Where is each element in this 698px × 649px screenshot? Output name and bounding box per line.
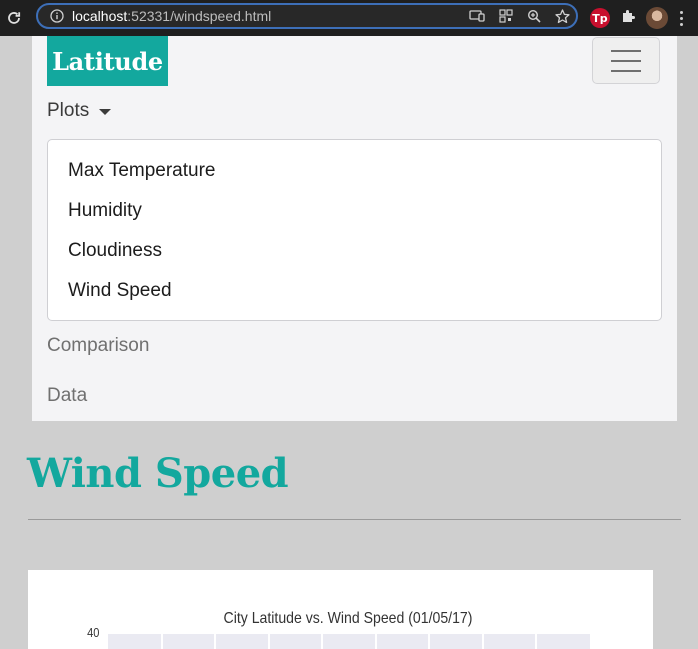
gridline: [321, 634, 323, 649]
gridline: [214, 634, 216, 649]
chart-title: City Latitude vs. Wind Speed (01/05/17): [223, 610, 473, 627]
wind-speed-plot-image: City Latitude vs. Wind Speed (01/05/17) …: [28, 570, 653, 649]
navbar: Latitude Plots Max Temperature Humidity …: [32, 36, 677, 421]
y-tick-label: 40: [87, 625, 100, 640]
nav-link-data[interactable]: Data: [47, 385, 87, 407]
gridline: [375, 634, 377, 649]
reload-icon[interactable]: [0, 0, 28, 36]
browser-toolbar: localhost:52331/windspeed.html Tp: [0, 0, 698, 36]
gridline: [535, 634, 537, 649]
extension-tp-icon[interactable]: Tp: [590, 8, 610, 28]
divider: [28, 519, 681, 520]
extensions-puzzle-icon[interactable]: [620, 8, 636, 29]
address-bar[interactable]: localhost:52331/windspeed.html: [36, 3, 578, 29]
gridline: [482, 634, 484, 649]
browser-menu-icon[interactable]: [678, 10, 684, 26]
page-title: Wind Speed: [27, 450, 289, 497]
profile-avatar-icon[interactable]: [646, 7, 668, 29]
plots-dropdown-menu: Max Temperature Humidity Cloudiness Wind…: [47, 139, 662, 321]
zoom-icon[interactable]: [527, 9, 541, 23]
dropdown-item-wind-speed[interactable]: Wind Speed: [48, 274, 661, 314]
cast-icon[interactable]: [469, 9, 485, 23]
url-text: localhost:52331/windspeed.html: [72, 8, 271, 24]
gridline: [428, 634, 430, 649]
plots-label: Plots: [47, 100, 90, 121]
dropdown-item-humidity[interactable]: Humidity: [48, 194, 661, 234]
gridline: [161, 634, 163, 649]
url-path: :52331/windspeed.html: [127, 8, 272, 24]
dropdown-item-cloudiness[interactable]: Cloudiness: [48, 234, 661, 274]
plot-area: [108, 634, 590, 649]
caret-down-icon: [99, 109, 112, 115]
nav-link-comparison[interactable]: Comparison: [47, 335, 149, 357]
url-host: localhost: [72, 8, 128, 24]
site-info-icon[interactable]: [46, 9, 68, 23]
dropdown-item-max-temperature[interactable]: Max Temperature: [48, 154, 661, 194]
gridline: [268, 634, 270, 649]
brand-logo[interactable]: Latitude: [47, 36, 168, 86]
bookmark-star-icon[interactable]: [555, 8, 570, 24]
qr-code-icon[interactable]: [499, 9, 513, 23]
navbar-toggler-hamburger-icon[interactable]: [592, 37, 660, 84]
plots-dropdown-toggle[interactable]: Plots: [47, 98, 112, 124]
